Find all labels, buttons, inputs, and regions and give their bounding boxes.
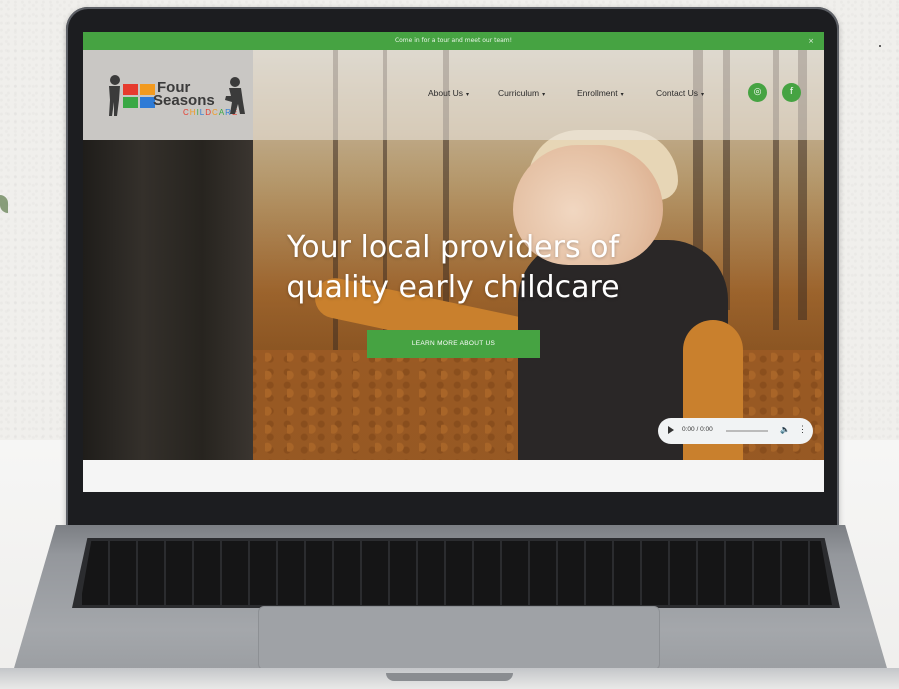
audio-player[interactable]: 0:00 / 0:00 🔈 ⋮	[658, 418, 813, 444]
trackpad	[258, 606, 660, 670]
screen-bezel-bottom	[83, 495, 824, 530]
content-section	[83, 460, 824, 492]
logo-letter: D	[205, 108, 213, 117]
logo-letter: C	[212, 108, 219, 117]
learn-more-button[interactable]: LEARN MORE ABOUT US	[367, 330, 540, 358]
volume-icon[interactable]: 🔈	[780, 425, 790, 434]
nav-enrollment[interactable]: Enrollment ▾	[577, 88, 624, 98]
more-vertical-icon[interactable]: ⋮	[798, 424, 807, 435]
announcement-text[interactable]: Come in for a tour and meet our team!	[395, 37, 512, 44]
instagram-icon[interactable]: ◎	[748, 83, 767, 102]
chevron-down-icon: ▾	[620, 92, 624, 98]
child-silhouette-icon	[109, 75, 120, 116]
logo-word-seasons: Seasons	[153, 92, 215, 109]
site-logo[interactable]: Four Seasons CHILDCARE	[105, 70, 245, 126]
nav-about-us[interactable]: About Us ▾	[428, 88, 469, 98]
nav-enrollment-label[interactable]: Enrollment	[577, 88, 618, 98]
chevron-down-icon: ▾	[542, 92, 546, 98]
nav-about-us-label[interactable]: About Us	[428, 88, 463, 98]
audio-time: 0:00 / 0:00	[682, 426, 713, 433]
color-blocks-icon	[123, 84, 157, 110]
nav-contact-us-label[interactable]: Contact Us	[656, 88, 698, 98]
logo-letter: H	[189, 108, 197, 117]
laptop-screen: Come in for a tour and meet our team! ×	[83, 32, 824, 492]
nav-contact-us[interactable]: Contact Us ▾	[656, 88, 704, 98]
nav-curriculum-label[interactable]: Curriculum	[498, 88, 539, 98]
chevron-down-icon: ▾	[465, 92, 469, 98]
play-icon[interactable]	[668, 426, 674, 434]
laptop-notch	[386, 673, 513, 681]
keyboard-keys	[80, 541, 832, 605]
nav-curriculum[interactable]: Curriculum ▾	[498, 88, 545, 98]
wall-speck	[879, 45, 881, 47]
audio-progress-bar[interactable]	[726, 430, 768, 432]
child-crawling-icon	[225, 77, 245, 114]
hero-headline: Your local providers of quality early ch…	[243, 228, 663, 308]
announcement-bar[interactable]: Come in for a tour and meet our team! ×	[83, 32, 824, 50]
chevron-down-icon: ▾	[701, 92, 705, 98]
logo-letter: C	[183, 108, 190, 117]
close-icon[interactable]: ×	[808, 32, 814, 50]
facebook-icon[interactable]: f	[782, 83, 801, 102]
hero-headline-line1: Your local providers of	[286, 230, 620, 265]
hero-headline-line2: quality early childcare	[286, 270, 620, 305]
